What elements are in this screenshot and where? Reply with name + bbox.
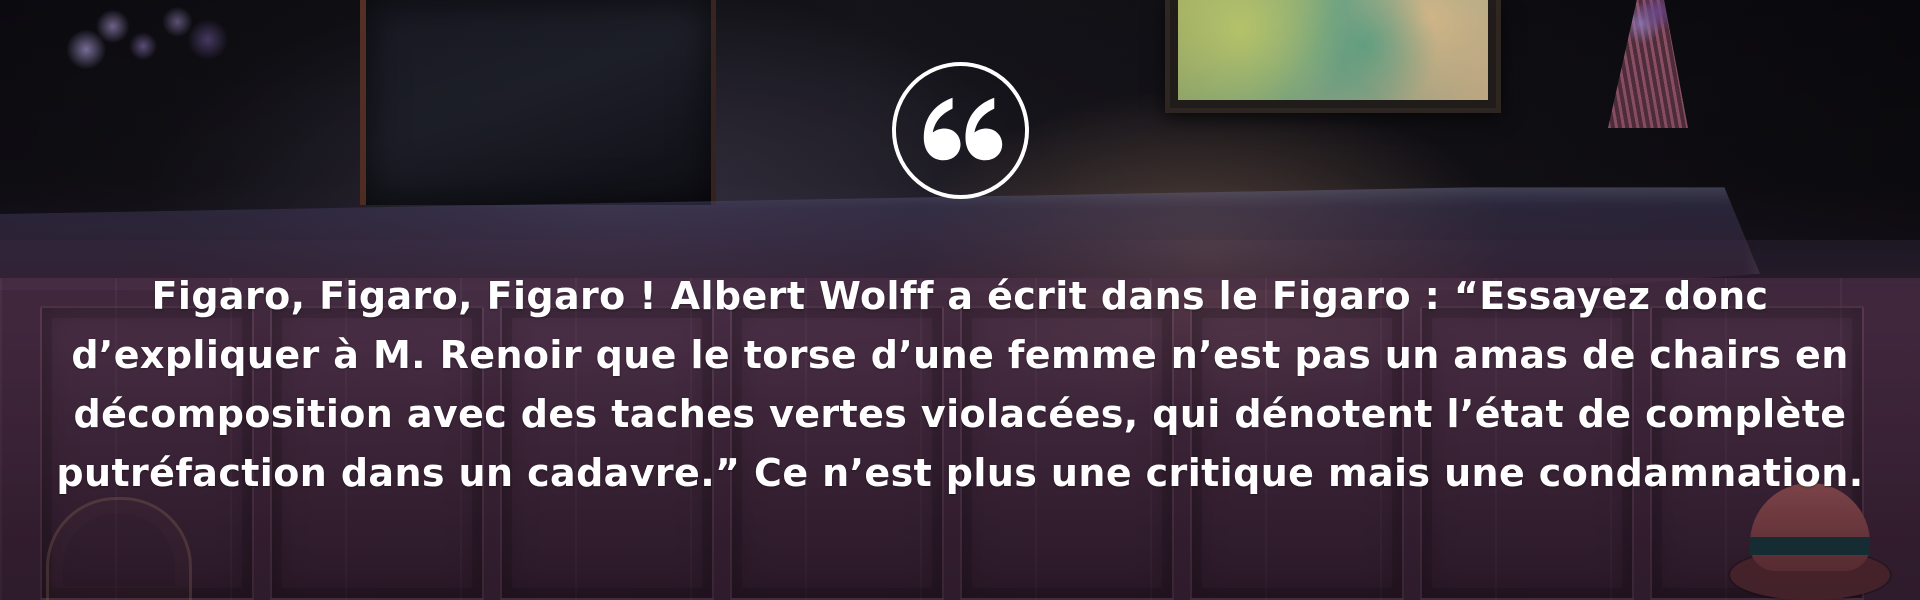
quote-text: Figaro, Figaro, Figaro ! Albert Wolff a … <box>56 274 1864 495</box>
quote-content: Figaro, Figaro, Figaro ! Albert Wolff a … <box>0 0 1920 600</box>
quote-hero: Figaro, Figaro, Figaro ! Albert Wolff a … <box>0 0 1920 600</box>
quote-icon <box>891 61 1030 200</box>
